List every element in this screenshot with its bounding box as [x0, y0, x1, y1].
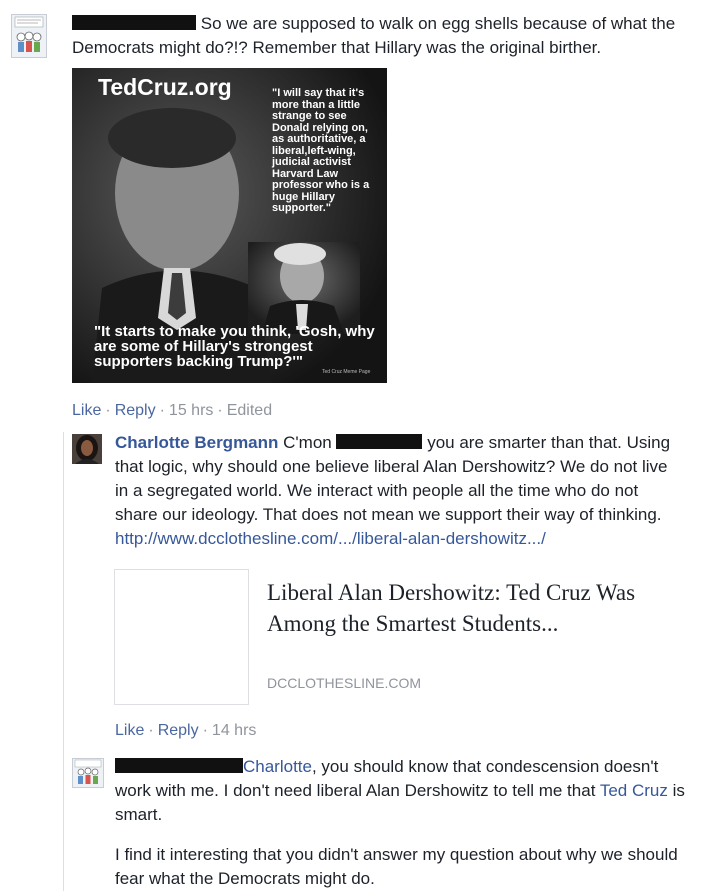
reply-thread-line — [63, 432, 64, 891]
comment-body: Charlotte, you should know that condesce… — [115, 755, 690, 827]
reply-link[interactable]: Reply — [115, 402, 156, 419]
edited-label[interactable]: Edited — [227, 402, 272, 419]
redacted-author-name — [115, 758, 243, 773]
comment-actions: Like · Reply · 15 hrs · Edited — [72, 399, 272, 423]
like-link[interactable]: Like — [72, 402, 101, 419]
link-preview-title[interactable]: Liberal Alan Dershowitz: Ted Cruz Was Am… — [267, 577, 667, 639]
comment-actions: Like · Reply · 14 hrs — [115, 719, 256, 743]
comment-body: So we are supposed to walk on egg shells… — [72, 12, 692, 60]
separator: · — [202, 722, 208, 739]
redacted-author-name — [72, 15, 196, 30]
link-preview-domain: DCCLOTHESLINE.COM — [267, 675, 422, 691]
meme-brand: TedCruz.org — [98, 74, 232, 100]
comment-author-link[interactable]: Charlotte Bergmann — [115, 433, 278, 452]
avatar[interactable] — [72, 434, 102, 464]
comment-text-start: C'mon — [283, 433, 332, 452]
like-link[interactable]: Like — [115, 722, 144, 739]
comment-paragraph: I find it interesting that you didn't an… — [115, 845, 678, 888]
reply-link[interactable]: Reply — [158, 722, 199, 739]
separator: · — [217, 402, 223, 419]
avatar[interactable] — [11, 14, 47, 58]
meme-watermark: Ted Cruz Meme Page — [322, 369, 371, 375]
timestamp[interactable]: 14 hrs — [212, 722, 256, 739]
meme-quote-top: "I will say that it's more than a little… — [272, 87, 370, 214]
separator: · — [105, 402, 111, 419]
link-preview-card[interactable]: Liberal Alan Dershowitz: Ted Cruz Was Am… — [114, 569, 682, 705]
article-url-link[interactable]: http://www.dcclothesline.com/.../liberal… — [115, 529, 546, 548]
separator: · — [148, 722, 154, 739]
comment-body: Charlotte Bergmann C'mon you are smarter… — [115, 431, 685, 551]
meme-quote-bottom: "It starts to make you think, 'Gosh, why… — [94, 323, 375, 370]
mention-link[interactable]: Charlotte — [243, 757, 312, 776]
avatar[interactable] — [72, 758, 104, 788]
link-preview-thumbnail — [114, 569, 249, 705]
timestamp[interactable]: 15 hrs — [169, 402, 213, 419]
meme-image[interactable]: TedCruz.org "I will say that it's more t… — [72, 68, 387, 383]
redacted-name — [336, 434, 423, 449]
separator: · — [159, 402, 165, 419]
mention-link[interactable]: Ted Cruz — [600, 781, 668, 800]
